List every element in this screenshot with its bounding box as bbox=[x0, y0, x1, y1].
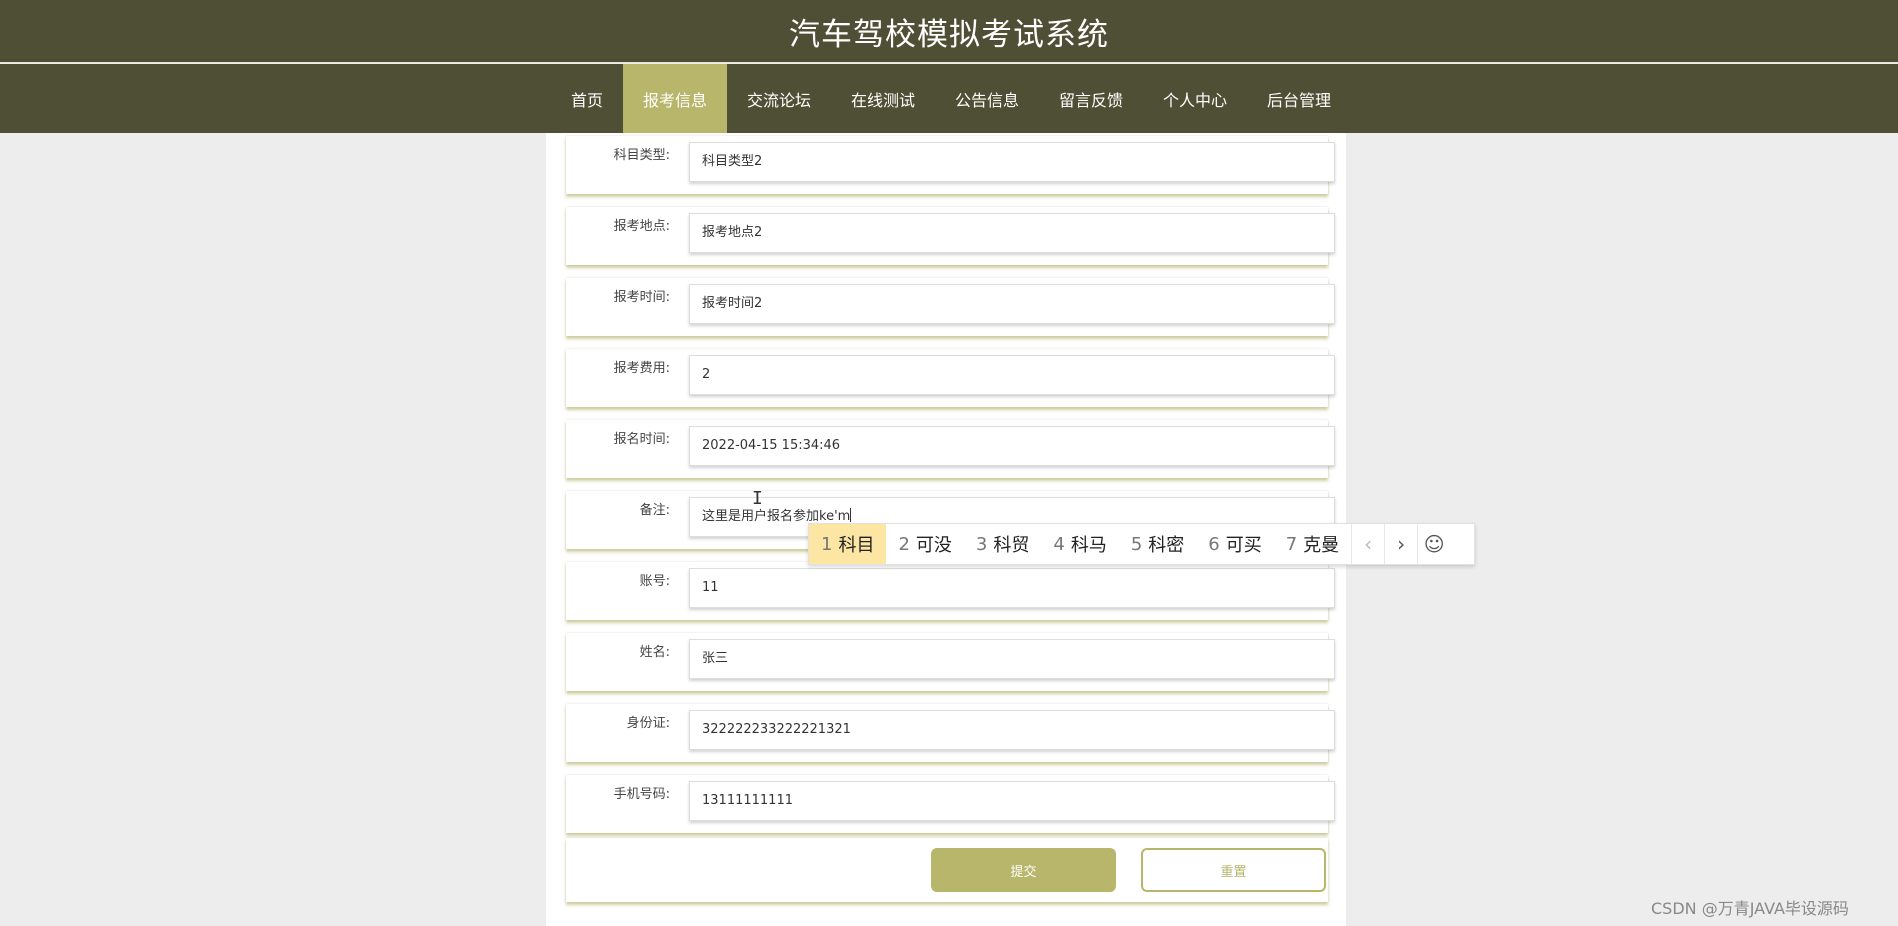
form-row-name: 姓名: 张三 bbox=[566, 633, 1335, 691]
ime-candidate[interactable]: 5 科密 bbox=[1119, 524, 1196, 564]
remarks-text: 这里是用户报名参加ke'm bbox=[702, 509, 851, 524]
field-label: 手机号码: bbox=[613, 787, 670, 802]
form-row-id-card: 身份证: 322222233222221321 bbox=[566, 704, 1335, 762]
field-label: 身份证: bbox=[626, 716, 670, 731]
nav-item-personal-center[interactable]: 个人中心 bbox=[1143, 64, 1247, 133]
site-title: 汽车驾校模拟考试系统 bbox=[789, 16, 1109, 53]
nav-item-home[interactable]: 首页 bbox=[551, 64, 623, 133]
text-caret bbox=[850, 508, 852, 522]
nav-item-admin[interactable]: 后台管理 bbox=[1247, 64, 1351, 133]
exam-location-field[interactable]: 报考地点2 bbox=[689, 213, 1335, 253]
form-row-exam-fee: 报考费用: 2 bbox=[566, 349, 1335, 407]
form-row-account: 账号: 11 bbox=[566, 562, 1335, 620]
field-label: 账号: bbox=[639, 574, 670, 589]
nav-item-online-test[interactable]: 在线测试 bbox=[831, 64, 935, 133]
field-label: 报考费用: bbox=[613, 361, 670, 376]
chevron-right-icon[interactable]: › bbox=[1384, 524, 1417, 564]
submit-button[interactable]: 提交 bbox=[931, 848, 1116, 892]
field-label: 姓名: bbox=[639, 645, 670, 660]
form-row-subject-type: 科目类型: 科目类型2 bbox=[566, 136, 1335, 194]
ime-candidate[interactable]: 2 可没 bbox=[886, 524, 963, 564]
form-actions: 提交 重置 bbox=[566, 838, 1328, 902]
form-row-phone: 手机号码: 13111111111 bbox=[566, 775, 1335, 833]
field-label: 报考时间: bbox=[613, 290, 670, 305]
field-label: 报名时间: bbox=[613, 432, 670, 447]
form-row-signup-time: 报名时间: 2022-04-15 15:34:46 bbox=[566, 420, 1335, 478]
name-field[interactable]: 张三 bbox=[689, 639, 1335, 679]
chevron-left-icon[interactable]: ‹ bbox=[1351, 524, 1384, 564]
watermark: CSDN @万青JAVA毕设源码 bbox=[1651, 899, 1849, 918]
nav-item-registration-info[interactable]: 报考信息 bbox=[622, 64, 727, 133]
ime-candidate[interactable]: 1 科目 bbox=[809, 524, 887, 564]
field-label: 报考地点: bbox=[613, 219, 670, 234]
ime-candidate[interactable]: 3 科贸 bbox=[964, 524, 1041, 564]
main-nav: 首页 报考信息 交流论坛 在线测试 公告信息 留言反馈 个人中心 后台管理 bbox=[0, 64, 1898, 133]
form-row-exam-time: 报考时间: 报考时间2 bbox=[566, 278, 1335, 336]
nav-item-announcements[interactable]: 公告信息 bbox=[935, 64, 1039, 133]
phone-field[interactable]: 13111111111 bbox=[689, 781, 1335, 821]
field-label: 备注: bbox=[639, 503, 670, 518]
id-card-field[interactable]: 322222233222221321 bbox=[689, 710, 1335, 750]
exam-time-field[interactable]: 报考时间2 bbox=[689, 284, 1335, 324]
site-header: 汽车驾校模拟考试系统 bbox=[0, 0, 1898, 63]
nav-item-forum[interactable]: 交流论坛 bbox=[727, 64, 831, 133]
form-row-exam-location: 报考地点: 报考地点2 bbox=[566, 207, 1335, 265]
emoji-icon[interactable]: ☺ bbox=[1417, 524, 1450, 564]
ime-candidate[interactable]: 4 科马 bbox=[1041, 524, 1118, 564]
ime-candidate[interactable]: 6 可买 bbox=[1196, 524, 1273, 564]
account-field[interactable]: 11 bbox=[689, 568, 1335, 608]
ime-candidate[interactable]: 7 克曼 bbox=[1274, 524, 1351, 564]
reset-button[interactable]: 重置 bbox=[1141, 848, 1326, 892]
field-label: 科目类型: bbox=[613, 148, 670, 163]
nav-item-feedback[interactable]: 留言反馈 bbox=[1039, 64, 1143, 133]
text-cursor-icon: I bbox=[752, 488, 763, 509]
exam-fee-field[interactable]: 2 bbox=[689, 355, 1335, 395]
ime-candidate-bar: 1 科目 2 可没 3 科贸 4 科马 5 科密 6 可买 7 克曼 ‹ › ☺ bbox=[808, 523, 1475, 565]
signup-time-field[interactable]: 2022-04-15 15:34:46 bbox=[689, 426, 1335, 466]
subject-type-field[interactable]: 科目类型2 bbox=[689, 142, 1335, 182]
